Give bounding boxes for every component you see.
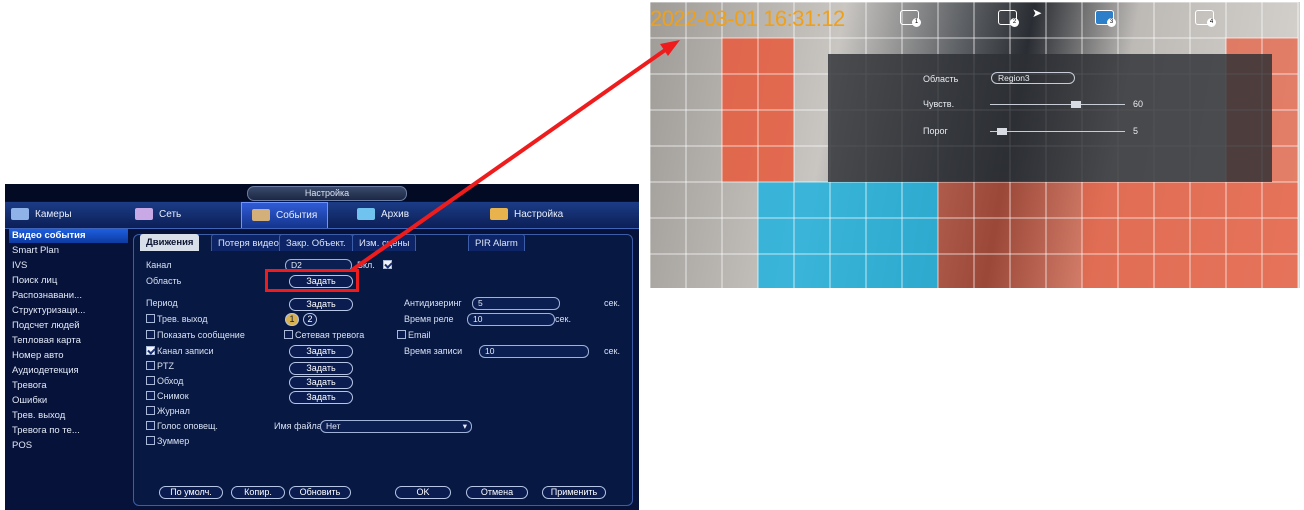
pointer-arrow: [350, 40, 680, 272]
arrow-line: [350, 46, 670, 272]
